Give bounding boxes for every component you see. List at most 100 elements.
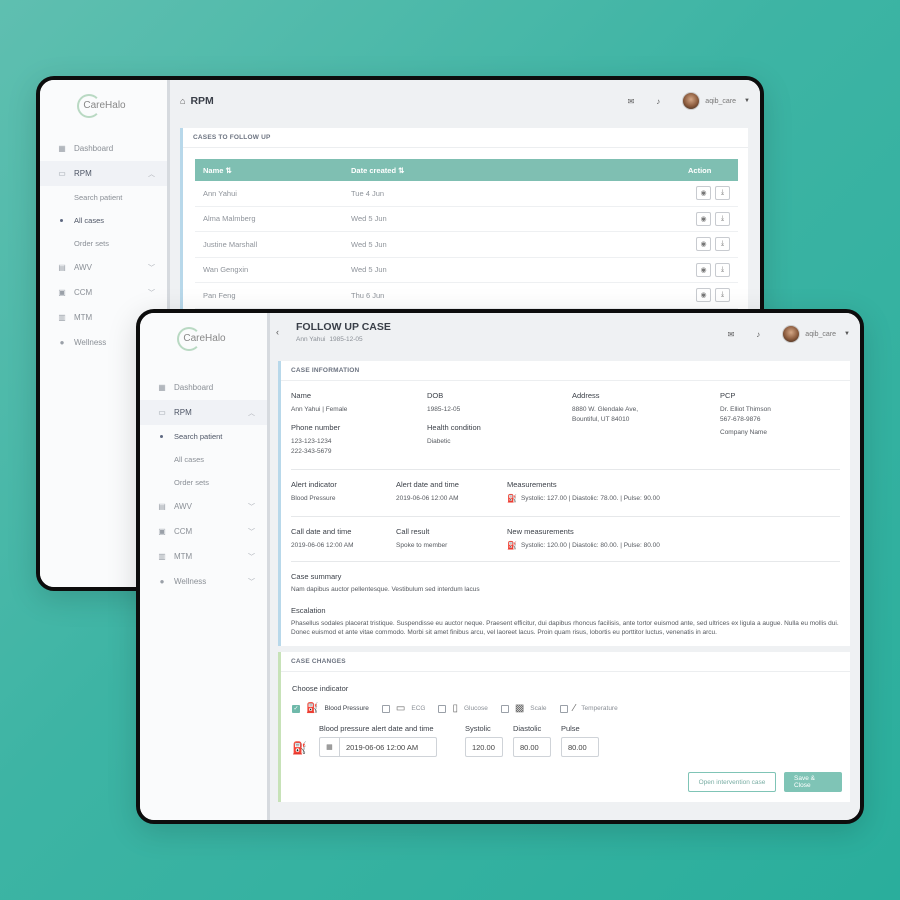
- logo: CareHalo: [140, 313, 267, 363]
- card-title: CASES TO FOLLOW UP: [183, 128, 748, 148]
- briefcase-icon: ▣: [158, 527, 166, 536]
- sidebar-subitem-order-sets[interactable]: Order sets: [140, 471, 267, 494]
- card-title: CASE CHANGES: [281, 652, 850, 672]
- case-changes-card: CASE CHANGES Choose indicator ✓ ⛽ Blood Pr…: [278, 652, 850, 802]
- logo: CareHalo: [40, 80, 167, 130]
- checkbox-checked[interactable]: ✓: [292, 704, 300, 713]
- blood-pressure-icon: ⛽: [306, 703, 319, 714]
- diastolic-label: Diastolic: [512, 724, 542, 733]
- indicator-scale[interactable]: ▩ Scale: [500, 703, 547, 714]
- sidebar-item-wellness[interactable]: ● Wellness ﹀: [140, 569, 267, 594]
- pulse-input[interactable]: 80.00: [560, 737, 599, 757]
- sidebar-item-awv[interactable]: ▤ AWV ﹀: [140, 494, 267, 519]
- indicator-glucose[interactable]: ▯ Glucose: [438, 703, 488, 714]
- back-arrow-icon[interactable]: ‹: [276, 327, 279, 337]
- table-row[interactable]: Pan Feng Thu 6 Jun ◉ ⤓: [195, 283, 738, 309]
- sidebar-item-rpm[interactable]: ▭ RPM ︿: [40, 161, 167, 186]
- pcp-phone: 567-678-9876: [720, 416, 761, 423]
- pdf-icon[interactable]: ⤓: [715, 211, 730, 226]
- bell-icon[interactable]: ♪: [656, 97, 660, 106]
- systolic-input[interactable]: 120.00: [464, 737, 503, 757]
- caret-down-icon[interactable]: ▼: [844, 331, 850, 337]
- checkbox[interactable]: [559, 704, 568, 713]
- monitor-icon: ▭: [58, 169, 66, 178]
- diastolic-input[interactable]: 80.00: [512, 737, 551, 757]
- table-row[interactable]: Wan Gengxin Wed 5 Jun ◉ ⤓: [195, 258, 738, 283]
- escalation-label: Escalation: [291, 606, 326, 615]
- caret-down-icon[interactable]: ▼: [744, 98, 750, 104]
- checkbox[interactable]: [381, 704, 390, 713]
- sidebar-subitem-all-cases[interactable]: All cases: [140, 448, 267, 471]
- view-icon[interactable]: ◉: [696, 186, 711, 201]
- indicator-options: ✓ ⛽ Blood Pressure ▭ ECG ▯ Glucose ▩ Scale ⁄ T…: [281, 693, 850, 714]
- heart-icon: ●: [59, 338, 65, 347]
- sidebar-item-rpm[interactable]: ▭ RPM ︿: [140, 400, 267, 425]
- health-condition-label: Health condition: [427, 423, 481, 432]
- pdf-icon[interactable]: ⤓: [715, 262, 730, 277]
- alert-date-value: 2019-06-06 12:00 AM: [396, 495, 459, 502]
- column-name[interactable]: Name ⇅: [195, 166, 351, 175]
- bp-date-input[interactable]: ▦ 2019-06-06 12:00 AM: [318, 737, 437, 757]
- save-close-button[interactable]: Save & Close: [784, 772, 842, 792]
- clipboard-icon: ▥: [58, 313, 66, 322]
- view-icon[interactable]: ◉: [696, 237, 711, 252]
- table-row[interactable]: Ann Yahui Tue 4 Jun ◉ ⤓: [195, 181, 738, 207]
- chevron-down-icon: ﹀: [248, 503, 255, 511]
- sidebar-subitem-order-sets[interactable]: Order sets: [40, 232, 167, 255]
- sidebar-item-awv[interactable]: ▤ AWV ﹀: [40, 255, 167, 280]
- sidebar-subitem-search-patient[interactable]: Search patient: [40, 186, 167, 209]
- alert-indicator-value: Blood Pressure: [291, 495, 336, 502]
- sidebar-item-dashboard[interactable]: ▦ Dashboard: [40, 136, 167, 161]
- avatar[interactable]: [682, 92, 701, 110]
- bp-date-label: Blood pressure alert date and time: [318, 724, 434, 733]
- name-label: Name: [291, 391, 312, 400]
- topbar: ⌂ RPM ✉ ♪ aqib_care ▼: [170, 80, 760, 122]
- checkbox[interactable]: [438, 704, 447, 713]
- call-result-value: Spoke to member: [396, 542, 448, 549]
- indicator-temperature[interactable]: ⁄ Temperature: [559, 703, 618, 714]
- open-intervention-case-button[interactable]: Open intervention case: [688, 772, 776, 792]
- sidebar-item-ccm[interactable]: ▣ CCM ﹀: [40, 280, 167, 305]
- mail-icon[interactable]: ✉: [628, 97, 635, 106]
- cases-table: Name ⇅ Date created ⇅ Action Ann Yahui T…: [195, 159, 738, 309]
- topbar: ‹ FOLLOW UP CASE Ann Yahui 1985-12-05 ✉ ♪…: [270, 313, 860, 355]
- table-row[interactable]: Justine Marshall Wed 5 Jun ◉ ⤓: [195, 232, 738, 258]
- thermometer-icon: ⁄: [573, 703, 576, 714]
- chevron-down-icon: ﹀: [148, 289, 155, 297]
- sidebar-item-dashboard[interactable]: ▦ Dashboard: [140, 375, 267, 400]
- view-icon[interactable]: ◉: [696, 211, 711, 226]
- sidebar-subitem-all-cases[interactable]: All cases: [40, 209, 167, 232]
- pdf-icon[interactable]: ⤓: [715, 288, 730, 303]
- front-device-frame: CareHalo ▦ Dashboard ▭ RPM ︿ Search patient…: [136, 309, 864, 824]
- sort-icon[interactable]: ⇅: [226, 166, 232, 175]
- avatar[interactable]: [782, 325, 801, 343]
- view-icon[interactable]: ◉: [696, 288, 711, 303]
- checkbox[interactable]: [500, 704, 509, 713]
- document-icon: ▤: [158, 502, 166, 511]
- sidebar-item-ccm[interactable]: ▣ CCM ﹀: [140, 519, 267, 544]
- sort-icon[interactable]: ⇅: [398, 166, 404, 175]
- chevron-down-icon: ﹀: [248, 578, 255, 586]
- pdf-icon[interactable]: ⤓: [715, 237, 730, 252]
- new-measurements-label: New measurements: [507, 527, 574, 536]
- chevron-down-icon: ﹀: [148, 264, 155, 272]
- calendar-icon[interactable]: ▦: [320, 738, 340, 756]
- clipboard-icon: ▥: [158, 552, 166, 561]
- indicator-blood-pressure[interactable]: ✓ ⛽ Blood Pressure: [292, 703, 369, 714]
- card-title: CASE INFORMATION: [281, 361, 850, 381]
- dashboard-icon: ▦: [58, 144, 66, 153]
- table-row[interactable]: Alma Malmberg Wed 5 Jun ◉ ⤓: [195, 207, 738, 232]
- sidebar-subitem-search-patient[interactable]: Search patient: [140, 425, 267, 448]
- column-date[interactable]: Date created ⇅: [351, 166, 688, 175]
- sidebar-item-mtm[interactable]: ▥MTM﹀: [140, 544, 267, 569]
- pdf-icon[interactable]: ⤓: [715, 186, 730, 201]
- view-icon[interactable]: ◉: [696, 262, 711, 277]
- bell-icon[interactable]: ♪: [756, 330, 760, 339]
- pcp-name: Dr. Elliot Thimson: [720, 406, 771, 413]
- indicator-ecg[interactable]: ▭ ECG: [381, 703, 425, 714]
- choose-indicator-label: Choose indicator: [292, 684, 349, 693]
- address-line-2: Bountiful, UT 84010: [572, 416, 630, 423]
- home-icon: ⌂: [180, 96, 186, 106]
- name-value: Ann Yahui | Female: [291, 406, 348, 413]
- mail-icon[interactable]: ✉: [728, 330, 735, 339]
